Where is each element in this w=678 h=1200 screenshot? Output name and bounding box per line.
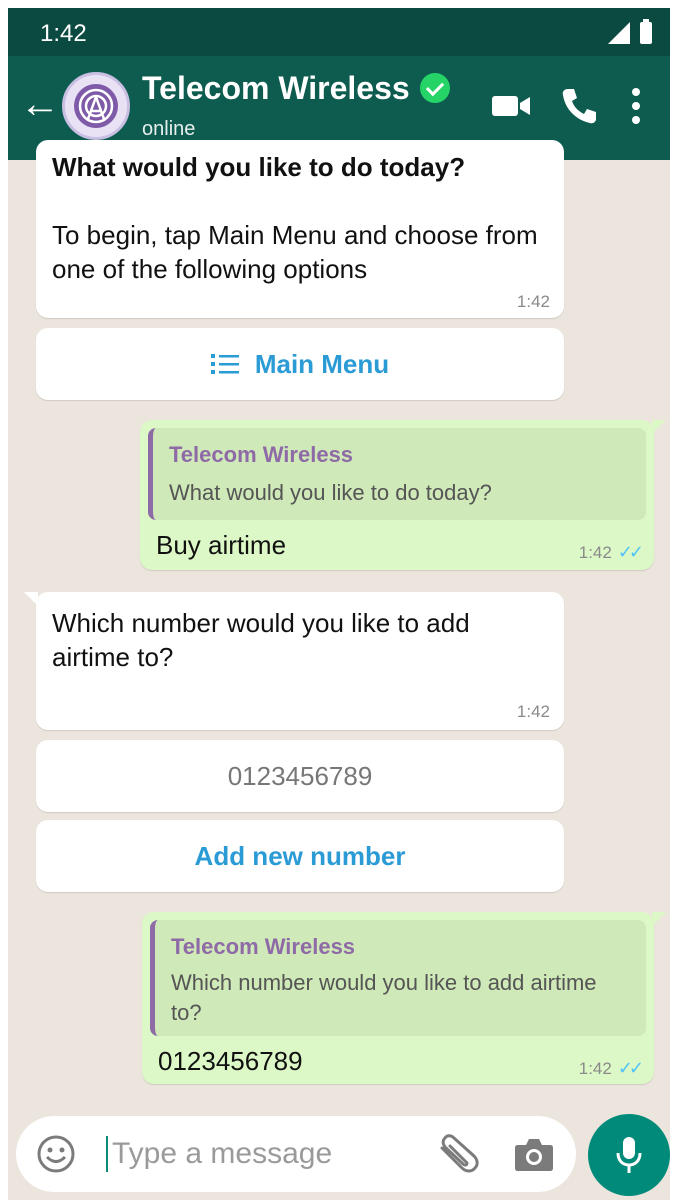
paperclip-icon[interactable] [436, 1134, 480, 1174]
incoming-message[interactable]: Which number would you like to add airti… [36, 592, 564, 730]
antenna-icon [74, 84, 118, 128]
contact-status: online [142, 118, 196, 140]
camera-icon[interactable] [514, 1136, 554, 1172]
number-option-label: 0123456789 [227, 760, 373, 791]
chat-area[interactable]: What would you like to do today? To begi… [8, 140, 670, 1106]
message-input[interactable] [112, 1132, 412, 1176]
message-text: To begin, tap Main Menu and choose from … [52, 220, 538, 284]
message-time: 1:42 [516, 292, 550, 311]
bubble-tail [652, 420, 666, 434]
signal-icon [608, 22, 630, 44]
quoted-text: What would you like to do today? [169, 480, 492, 505]
message-text: 0123456789 [158, 1046, 303, 1076]
mic-button[interactable] [588, 1114, 670, 1196]
phone-screen: 1:42 ← Telecom Wireless online What woul… [8, 8, 670, 1200]
message-time: 1:42 [578, 543, 612, 562]
add-number-button[interactable]: Add new number [36, 820, 564, 892]
text-caret [106, 1136, 108, 1172]
status-time: 1:42 [40, 20, 87, 47]
message-time: 1:42 [578, 1059, 612, 1078]
bubble-tail [652, 912, 666, 926]
list-icon [210, 354, 239, 374]
outgoing-message[interactable]: Telecom Wireless Which number would you … [142, 912, 654, 1084]
message-text: Buy airtime [156, 530, 287, 560]
main-menu-button[interactable]: Main Menu [36, 328, 564, 400]
number-option-button[interactable]: 0123456789 [36, 740, 564, 812]
avatar[interactable] [62, 72, 130, 140]
outgoing-message[interactable]: Telecom Wireless What would you like to … [140, 420, 654, 570]
battery-icon [640, 19, 652, 44]
message-title: What would you like to do today? [52, 152, 466, 182]
phone-icon[interactable] [560, 86, 598, 126]
message-time-row: 1:42 ✓✓ [578, 542, 644, 563]
message-text: Which number would you like to add airti… [52, 608, 470, 672]
quoted-sender: Telecom Wireless [171, 934, 356, 959]
message-composer [16, 1116, 576, 1192]
microphone-icon [616, 1137, 642, 1173]
quoted-text: Which number would you like to add airti… [171, 970, 597, 1025]
verified-badge-icon [419, 72, 450, 103]
video-call-icon[interactable] [490, 90, 532, 122]
status-bar: 1:42 [8, 8, 670, 56]
back-arrow-icon[interactable]: ← [20, 84, 60, 124]
contact-name-row[interactable]: Telecom Wireless [142, 70, 450, 107]
message-time-row: 1:42 ✓✓ [578, 1058, 644, 1079]
add-number-label: Add new number [194, 840, 406, 871]
message-time: 1:42 [516, 702, 550, 721]
quoted-message[interactable]: Telecom Wireless Which number would you … [150, 920, 646, 1036]
quoted-message[interactable]: Telecom Wireless What would you like to … [148, 428, 646, 520]
quoted-sender: Telecom Wireless [169, 442, 354, 467]
status-icons [608, 19, 652, 44]
main-menu-label: Main Menu [254, 348, 390, 379]
more-vertical-icon[interactable] [630, 86, 642, 126]
emoji-icon[interactable] [36, 1134, 76, 1174]
contact-name: Telecom Wireless [142, 70, 410, 106]
read-receipt-icon: ✓✓ [617, 1058, 644, 1078]
read-receipt-icon: ✓✓ [617, 542, 644, 562]
incoming-message[interactable]: What would you like to do today? To begi… [36, 140, 564, 318]
